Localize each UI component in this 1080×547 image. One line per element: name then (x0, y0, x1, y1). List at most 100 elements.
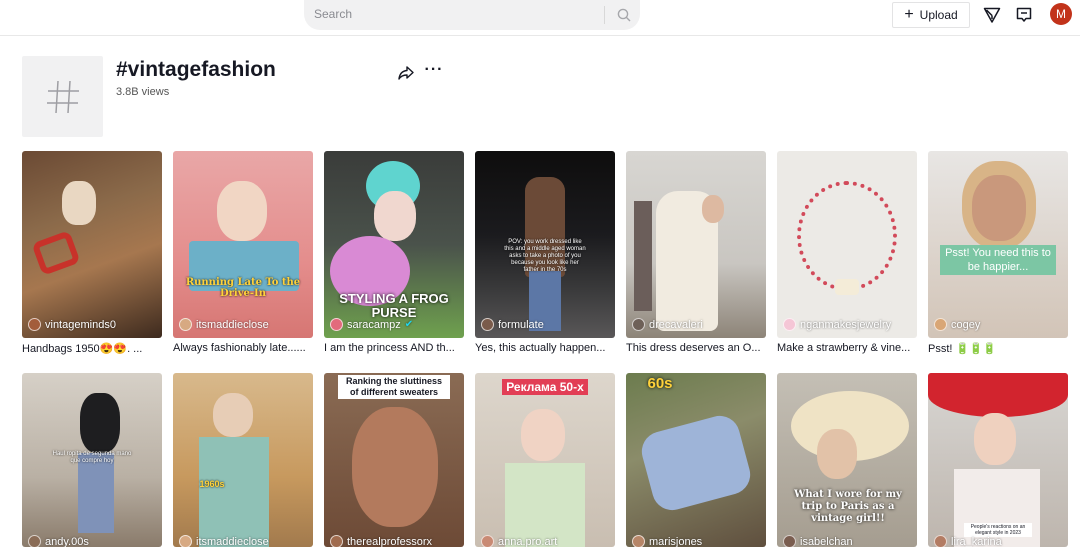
bow-shape (835, 279, 859, 295)
video-overlay-text: 60s (647, 375, 673, 392)
face-shape (213, 393, 253, 437)
video-author[interactable]: nganmakesjewelry (783, 318, 891, 331)
top-bar: + Upload M (0, 0, 1080, 36)
video-thumbnail[interactable]: Psst! You need this to be happier... cog… (928, 151, 1068, 338)
video-overlay-text: 1960s (199, 479, 225, 489)
video-thumbnail[interactable]: Реклама 50-х anna.pro.art (475, 373, 615, 547)
video-card[interactable]: drecavaleri This dress deserves an O... (626, 151, 766, 354)
video-overlay-text: POV: you work dressed like this and a mi… (504, 239, 586, 273)
verified-icon: ✔ (404, 319, 414, 330)
author-avatar (28, 535, 41, 547)
video-thumbnail[interactable]: POV: you work dressed like this and a mi… (475, 151, 615, 338)
views-count: 3.8B views (116, 86, 170, 98)
video-card[interactable]: Running Late To the Drive-In itsmaddiecl… (173, 151, 313, 354)
hat-shape (928, 373, 1068, 417)
video-card[interactable]: POV: you work dressed like this and a mi… (475, 151, 615, 354)
face-shape (817, 429, 857, 479)
video-overlay-text: STYLING A FROG PURSE (339, 291, 449, 320)
video-card[interactable]: Psst! You need this to be happier... cog… (928, 151, 1068, 355)
video-thumbnail[interactable]: People's reactions on an elegant style i… (928, 373, 1068, 547)
author-avatar (632, 318, 645, 331)
video-thumbnail[interactable]: 1960s itsmaddieclose (173, 373, 313, 547)
video-caption[interactable]: Make a strawberry & vine... (777, 342, 917, 354)
plus-icon: + (904, 6, 914, 23)
video-caption[interactable]: Yes, this actually happen... (475, 342, 615, 354)
page-title: #vintagefashion (116, 58, 276, 81)
video-card[interactable]: What I wore for my trip to Paris as a vi… (777, 373, 917, 547)
video-card[interactable]: Ranking the sluttiness of different swea… (324, 373, 464, 547)
video-card[interactable]: STYLING A FROG PURSE saracampz ✔ I am the… (324, 151, 464, 354)
video-thumbnail[interactable]: Running Late To the Drive-In itsmaddiecl… (173, 151, 313, 338)
video-thumbnail[interactable]: Ranking the sluttiness of different swea… (324, 373, 464, 547)
upload-button[interactable]: + Upload (892, 2, 970, 28)
author-avatar (330, 535, 343, 547)
video-caption[interactable]: Psst! 🔋🔋🔋 (928, 342, 1068, 355)
video-card[interactable]: Haul ropita de segunda mano que compre h… (22, 373, 162, 547)
search-input[interactable] (314, 7, 594, 21)
video-overlay-text: Running Late To the Drive-In (185, 277, 301, 299)
author-avatar (783, 535, 796, 547)
video-author[interactable]: marisjones (632, 535, 702, 547)
face-shape (702, 195, 724, 223)
author-avatar (179, 318, 192, 331)
avatar-letter: M (1056, 7, 1066, 21)
video-author[interactable]: andy.00s (28, 535, 89, 547)
face-shape (352, 407, 438, 527)
video-author[interactable]: anna.pro.art (481, 535, 557, 547)
bag-shape (80, 393, 120, 453)
video-overlay-text: Ranking the sluttiness of different swea… (338, 375, 450, 399)
video-author[interactable]: vintageminds0 (28, 318, 116, 331)
video-caption[interactable]: Handbags 1950😍😍. ... (22, 342, 162, 355)
video-thumbnail[interactable]: Haul ropita de segunda mano que compre h… (22, 373, 162, 547)
video-author[interactable]: formulate (481, 318, 544, 331)
video-card[interactable]: nganmakesjewelry Make a strawberry & vin… (777, 151, 917, 354)
more-options-icon[interactable]: ··· (424, 62, 444, 80)
face-shape (974, 413, 1016, 465)
video-caption[interactable]: This dress deserves an O... (626, 342, 766, 354)
video-author[interactable]: itsmaddieclose (179, 535, 269, 547)
video-thumbnail[interactable]: drecavaleri (626, 151, 766, 338)
face-shape (972, 175, 1026, 241)
video-thumbnail[interactable]: vintageminds0 (22, 151, 162, 338)
video-caption[interactable]: I am the princess AND th... (324, 342, 464, 354)
video-card[interactable]: 60s marisjones (626, 373, 766, 547)
video-thumbnail[interactable]: 60s marisjones (626, 373, 766, 547)
bookshelf-shape (634, 201, 652, 311)
video-card[interactable]: vintageminds0 Handbags 1950😍😍. ... (22, 151, 162, 355)
video-card[interactable]: People's reactions on an elegant style i… (928, 373, 1068, 547)
share-icon[interactable] (396, 64, 416, 82)
author-avatar (179, 535, 192, 547)
video-author[interactable]: lira_karina (934, 535, 1002, 547)
video-thumbnail[interactable]: nganmakesjewelry (777, 151, 917, 338)
video-author[interactable]: drecavaleri (632, 318, 703, 331)
figure-shape (62, 181, 96, 225)
dress-shape (637, 411, 755, 515)
author-avatar (632, 535, 645, 547)
video-card[interactable]: 1960s itsmaddieclose (173, 373, 313, 547)
video-card[interactable]: Реклама 50-х anna.pro.art (475, 373, 615, 547)
necklace-shape (797, 181, 897, 291)
video-thumbnail[interactable]: STYLING A FROG PURSE saracampz ✔ (324, 151, 464, 338)
video-author[interactable]: cogey (934, 318, 980, 331)
jeans-shape (78, 453, 114, 533)
avatar[interactable]: M (1050, 3, 1072, 25)
dress-shape (199, 437, 269, 547)
face-shape (374, 191, 416, 241)
video-author[interactable]: saracampz ✔ (330, 318, 413, 331)
send-icon[interactable] (981, 4, 1003, 26)
author-avatar (481, 535, 494, 547)
hashtag-icon (46, 80, 79, 113)
search-icon[interactable] (612, 5, 636, 25)
video-author[interactable]: itsmaddieclose (179, 318, 269, 331)
upload-label: Upload (919, 8, 958, 22)
video-thumbnail[interactable]: What I wore for my trip to Paris as a vi… (777, 373, 917, 547)
author-avatar (330, 318, 343, 331)
video-caption[interactable]: Always fashionably late...... (173, 342, 313, 354)
video-overlay-text: What I wore for my trip to Paris as a vi… (794, 489, 902, 524)
handbag-shape (31, 230, 81, 276)
video-overlay-text: Psst! You need this to be happier... (940, 245, 1056, 275)
inbox-icon[interactable] (1013, 4, 1035, 26)
author-avatar (28, 318, 41, 331)
video-author[interactable]: therealprofessorx (330, 535, 432, 547)
video-author[interactable]: isabelchan (783, 535, 853, 547)
